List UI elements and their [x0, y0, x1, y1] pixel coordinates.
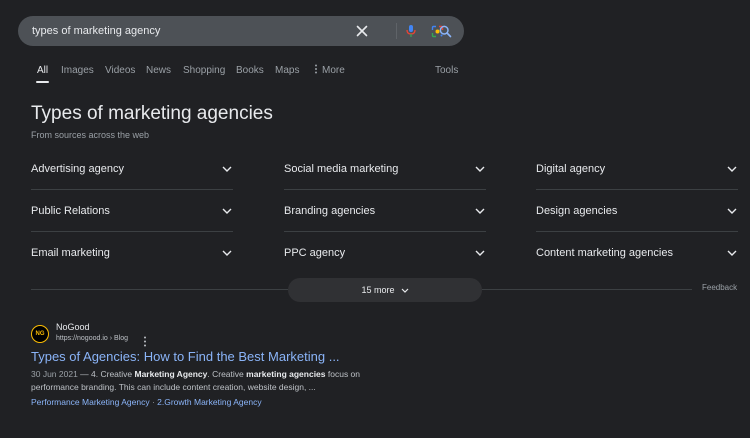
type-item-ppc-agency[interactable]: PPC agency	[284, 232, 486, 274]
chevron-down-icon	[221, 247, 233, 259]
chevron-down-icon	[221, 163, 233, 175]
search-bar[interactable]: types of marketing agency	[18, 16, 464, 46]
type-item-social-media-marketing[interactable]: Social media marketing	[284, 148, 486, 190]
type-item-email-marketing[interactable]: Email marketing	[31, 232, 233, 274]
snippet-text: . Creative	[207, 369, 247, 379]
site-url[interactable]: https://nogood.io › Blog	[56, 335, 128, 342]
search-divider	[396, 23, 397, 39]
divider	[482, 289, 692, 290]
more-vert-icon	[315, 64, 317, 74]
search-icon[interactable]	[436, 22, 454, 40]
sitelink-performance-marketing[interactable]: Performance Marketing Agency	[31, 397, 150, 407]
search-tabs: All Images Videos News Shopping Books Ma…	[0, 62, 750, 84]
chevron-down-icon	[401, 285, 409, 295]
site-favicon: NG	[31, 325, 49, 343]
result-date: 30 Jun 2021	[31, 369, 78, 379]
type-item-content-marketing-agencies[interactable]: Content marketing agencies	[536, 232, 738, 274]
search-input[interactable]: types of marketing agency	[32, 16, 160, 46]
active-tab-indicator	[36, 81, 49, 83]
type-item-label: Design agencies	[536, 205, 618, 217]
panel-title: Types of marketing agencies	[31, 103, 273, 124]
type-item-label: Content marketing agencies	[536, 247, 673, 259]
chevron-down-icon	[474, 163, 486, 175]
tab-maps[interactable]: Maps	[275, 62, 299, 80]
divider	[31, 289, 288, 290]
site-name[interactable]: NoGood	[56, 322, 90, 332]
tools-button[interactable]: Tools	[435, 62, 458, 80]
type-item-label: Advertising agency	[31, 163, 124, 175]
more-options-icon[interactable]	[143, 334, 149, 347]
type-item-label: Email marketing	[31, 247, 110, 259]
feedback-link[interactable]: Feedback	[702, 283, 737, 292]
chevron-down-icon	[726, 247, 738, 259]
chevron-down-icon	[474, 247, 486, 259]
tab-images[interactable]: Images	[61, 62, 94, 80]
type-item-public-relations[interactable]: Public Relations	[31, 190, 233, 232]
type-item-label: Public Relations	[31, 205, 110, 217]
tab-books[interactable]: Books	[236, 62, 264, 80]
result-snippet: 30 Jun 2021 — 4. Creative Marketing Agen…	[31, 368, 401, 394]
clear-icon[interactable]	[353, 22, 371, 40]
snippet-highlight: Marketing Agency	[134, 369, 208, 379]
tab-videos[interactable]: Videos	[105, 62, 135, 80]
result-title-link[interactable]: Types of Agencies: How to Find the Best …	[31, 349, 340, 364]
chevron-down-icon	[726, 205, 738, 217]
type-item-branding-agencies[interactable]: Branding agencies	[284, 190, 486, 232]
snippet-text: — 4. Creative	[77, 369, 135, 379]
sitelink-growth-marketing[interactable]: 2.Growth Marketing Agency	[157, 397, 261, 407]
panel-subtitle: From sources across the web	[31, 130, 150, 140]
tab-shopping[interactable]: Shopping	[183, 62, 225, 80]
type-item-advertising-agency[interactable]: Advertising agency	[31, 148, 233, 190]
type-item-digital-agency[interactable]: Digital agency	[536, 148, 738, 190]
tab-more-label: More	[322, 65, 345, 76]
type-item-label: Digital agency	[536, 163, 606, 175]
tab-more[interactable]: More	[314, 62, 345, 80]
chevron-down-icon	[726, 163, 738, 175]
result-sitelinks: Performance Marketing Agency · 2.Growth …	[31, 397, 262, 407]
show-more-label: 15 more	[361, 285, 395, 295]
type-item-design-agencies[interactable]: Design agencies	[536, 190, 738, 232]
tab-all[interactable]: All	[37, 62, 48, 80]
snippet-highlight: marketing agencies	[246, 369, 326, 379]
microphone-icon[interactable]	[402, 22, 420, 40]
chevron-down-icon	[221, 205, 233, 217]
type-item-label: PPC agency	[284, 247, 346, 259]
type-item-label: Branding agencies	[284, 205, 376, 217]
tab-news[interactable]: News	[146, 62, 171, 80]
type-item-label: Social media marketing	[284, 163, 399, 175]
show-more-button[interactable]: 15 more	[288, 278, 482, 302]
chevron-down-icon	[474, 205, 486, 217]
